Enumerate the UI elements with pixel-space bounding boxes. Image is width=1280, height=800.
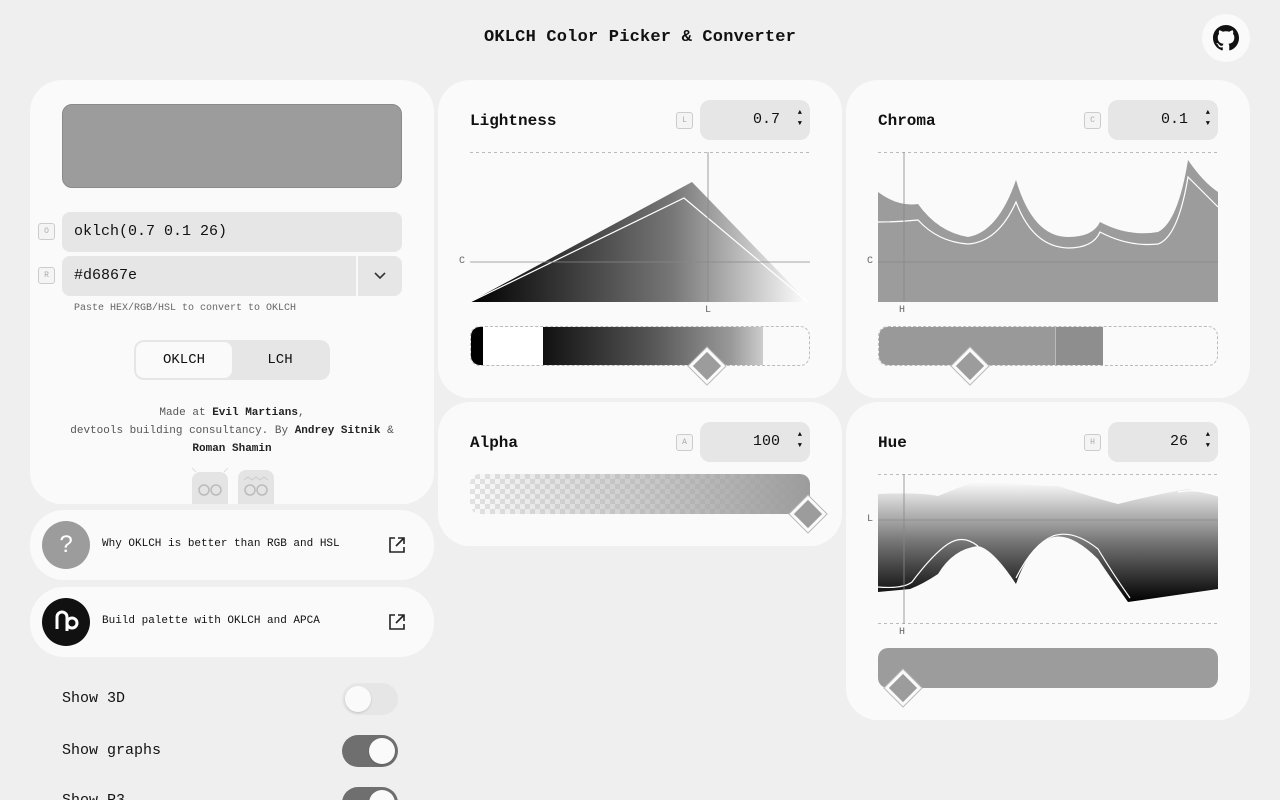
chroma-slider[interactable] [878,326,1218,366]
hue-title: Hue [878,434,907,452]
hue-graph [878,474,1218,624]
huetone-logo-icon [42,598,90,646]
format-shortcut-key: R [38,267,55,284]
hue-shortcut-key: H [1084,434,1101,451]
credits: Made at Evil Martians, devtools building… [70,407,394,455]
show-3d-toggle[interactable] [342,683,398,715]
hex-input[interactable]: #d6867e [62,256,356,296]
why-oklch-link[interactable]: Why OKLCH is better than RGB and HSL [102,538,340,550]
lightness-graph [470,152,810,302]
chevron-down-icon [374,272,386,280]
mode-lch[interactable]: LCH [232,342,328,378]
hue-axis-y: L [867,514,874,525]
chroma-axis-x: H [899,305,906,316]
mode-oklch[interactable]: OKLCH [136,342,232,378]
chroma-slider-track [879,327,1103,365]
show-p3-label: Show P3 [62,792,125,800]
lightness-stepper[interactable]: ▲ ▼ [792,108,802,130]
author-link-sitnik[interactable]: Andrey Sitnik [295,425,381,437]
toggle-knob [345,686,371,712]
oklch-shortcut-key: O [38,223,55,240]
alpha-input[interactable]: 100 ▲ ▼ [700,422,810,462]
alpha-stepper[interactable]: ▲ ▼ [792,430,802,452]
lightness-axis-y: C [459,256,466,267]
github-icon [1213,25,1239,51]
toggle-knob [369,738,395,764]
lightness-input[interactable]: 0.7 ▲ ▼ [700,100,810,140]
build-palette-link[interactable]: Build palette with OKLCH and APCA [102,615,320,627]
show-3d-label: Show 3D [62,690,126,707]
page-title: OKLCH Color Picker & Converter [483,28,797,47]
chroma-title: Chroma [878,112,936,130]
show-p3-toggle[interactable] [342,787,398,800]
github-link[interactable] [1202,14,1250,62]
martians-mascot-icon [191,467,274,504]
lightness-slider[interactable] [470,326,810,366]
hue-slider[interactable] [878,648,1218,688]
lightness-shortcut-key: L [676,112,693,129]
lightness-title: Lightness [470,112,557,130]
show-graphs-toggle[interactable] [342,735,398,767]
chroma-graph [878,152,1218,302]
evil-martians-link[interactable]: Evil Martians [212,407,298,419]
paste-hint: Paste HEX/RGB/HSL to convert to OKLCH [74,303,297,314]
chroma-stepper[interactable]: ▲ ▼ [1200,108,1210,130]
toggle-knob [369,790,395,800]
show-graphs-label: Show graphs [62,742,162,759]
format-dropdown[interactable] [356,256,402,296]
hue-axis-x: H [899,627,906,638]
author-link-shamin[interactable]: Roman Shamin [192,443,271,455]
external-link-icon [389,614,405,630]
external-link-icon [389,537,405,553]
alpha-title: Alpha [470,434,519,452]
color-preview [62,104,402,188]
mode-toggle: OKLCH LCH [134,340,330,380]
alpha-slider[interactable] [470,474,810,514]
chroma-axis-y: C [867,256,874,267]
oklch-input[interactable]: oklch(0.7 0.1 26) [62,212,402,252]
chroma-input[interactable]: 0.1 ▲ ▼ [1108,100,1218,140]
chroma-shortcut-key: C [1084,112,1101,129]
lightness-axis-x: L [705,305,712,316]
hue-input[interactable]: 26 ▲ ▼ [1108,422,1218,462]
hue-stepper[interactable]: ▲ ▼ [1200,430,1210,452]
question-icon: ? [42,521,90,569]
alpha-shortcut-key: A [676,434,693,451]
